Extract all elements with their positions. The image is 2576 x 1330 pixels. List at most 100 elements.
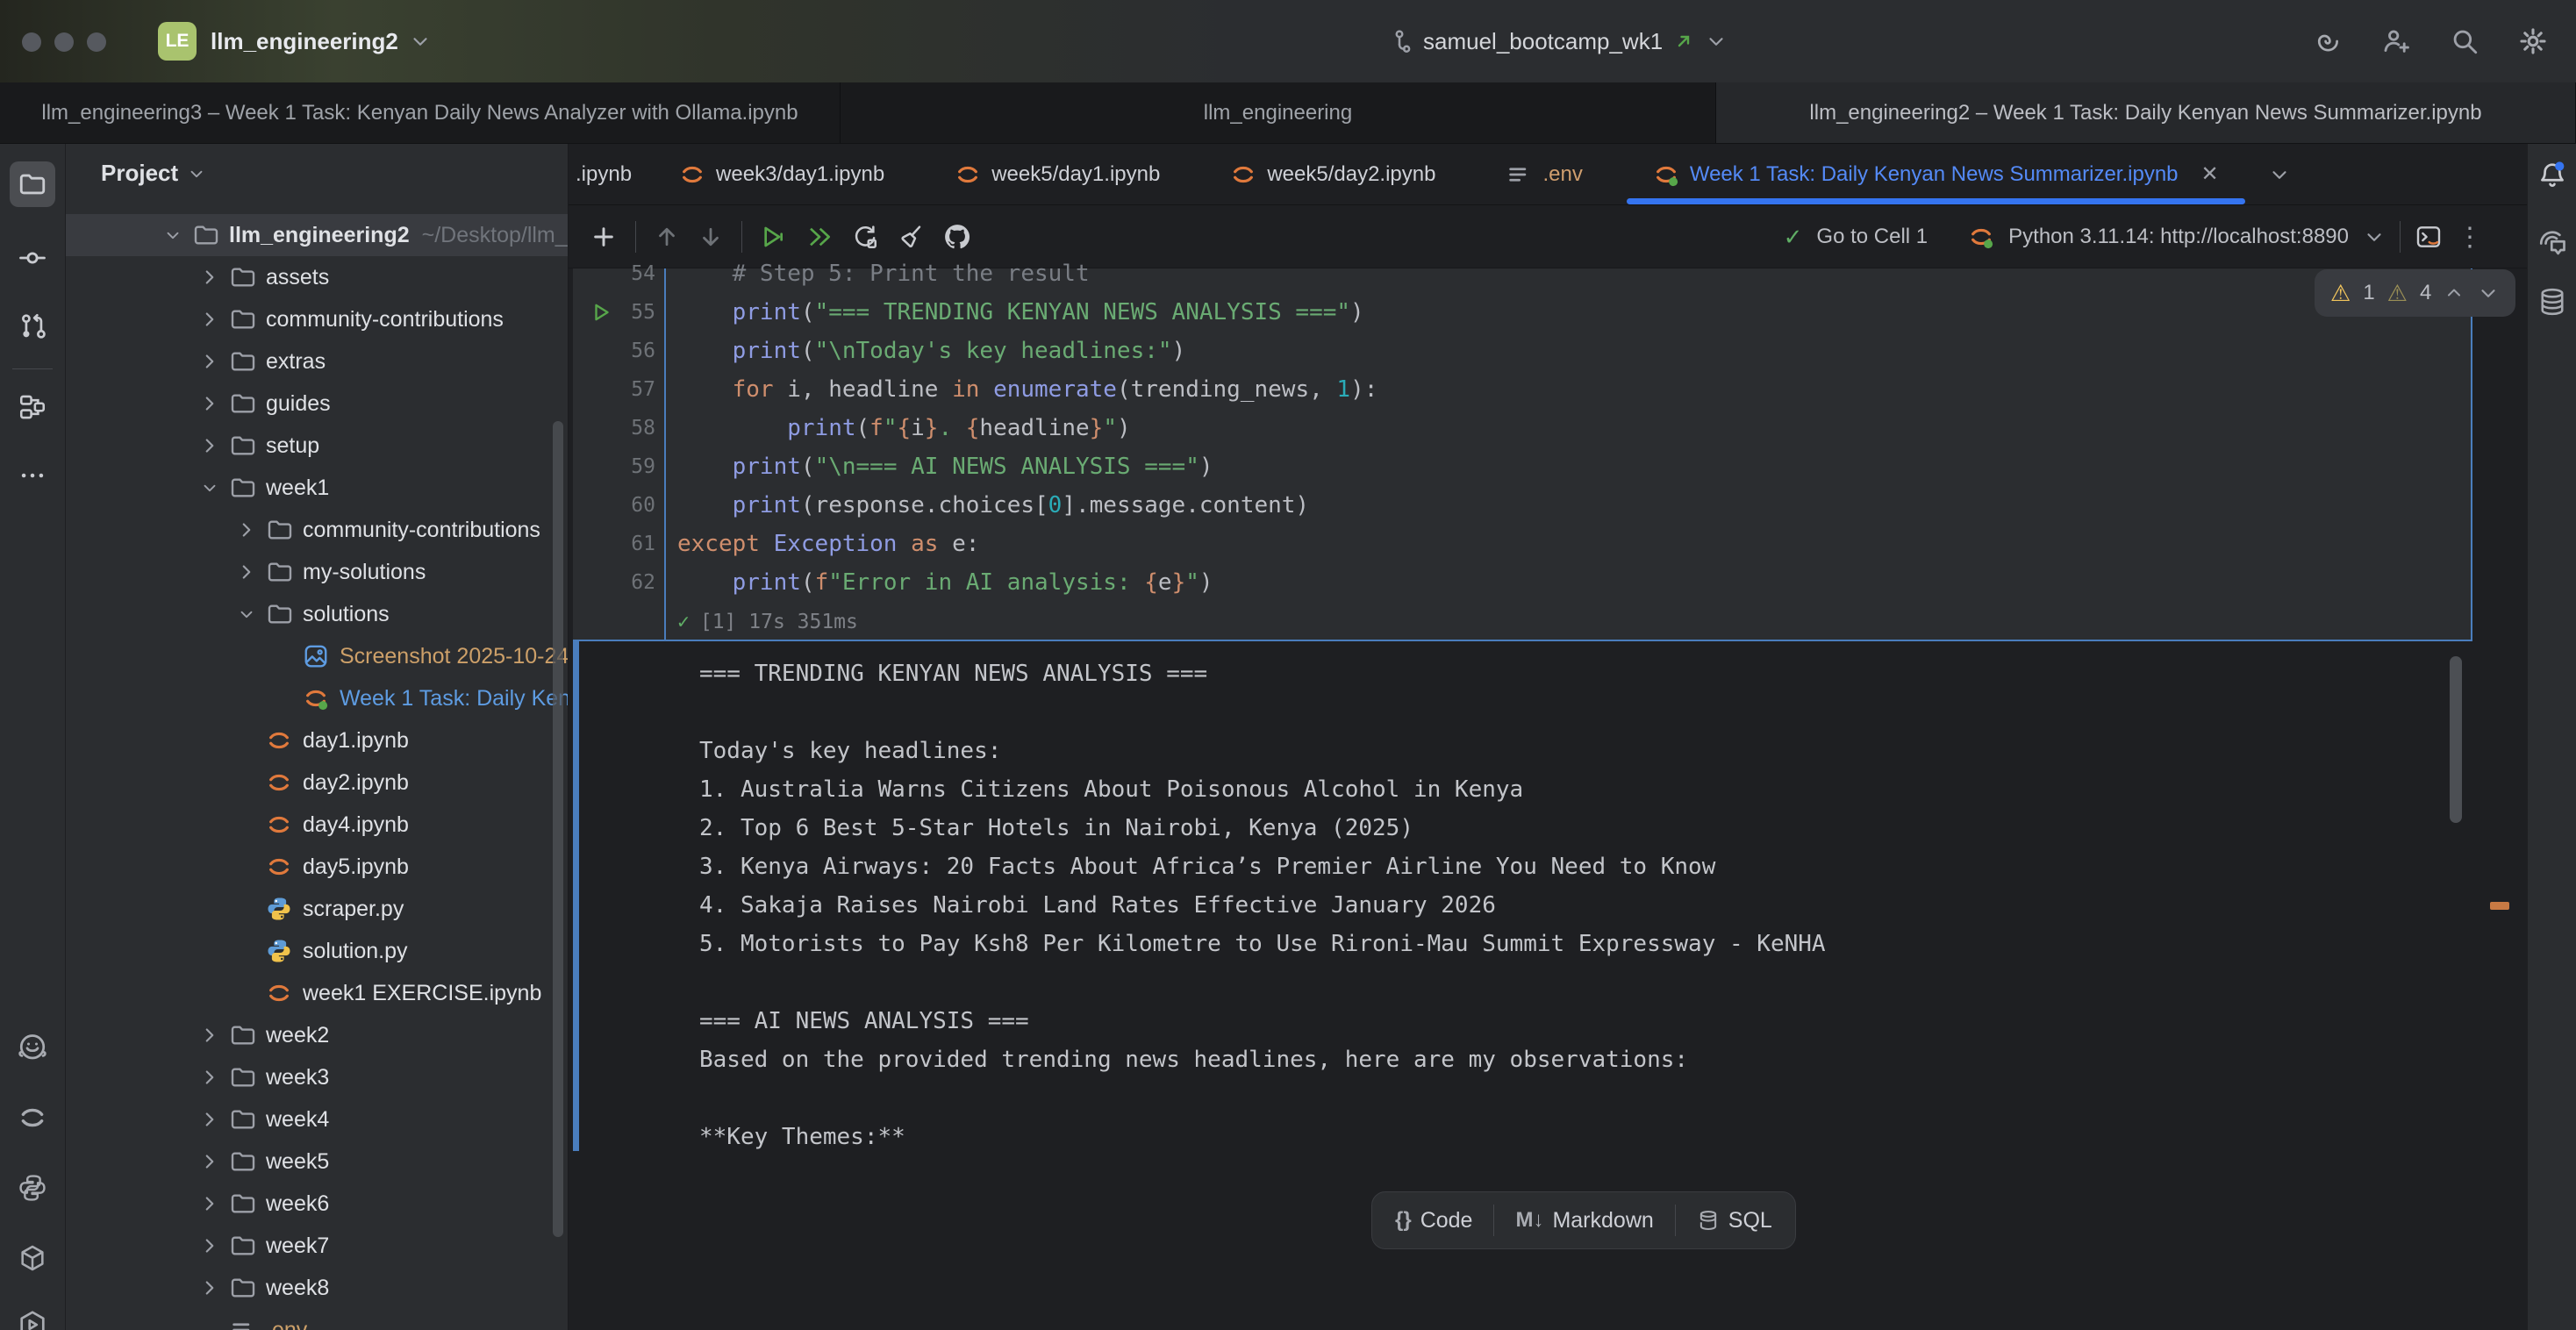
code-line-57[interactable]: for i, headline in enumerate(trending_ne… <box>666 370 2471 409</box>
editor-tab-partial[interactable]: .ipynb <box>569 144 644 204</box>
project-tree-scrollbar[interactable] <box>553 421 563 1237</box>
add-markdown-cell-button[interactable]: M↓ Markdown <box>1515 1208 1653 1233</box>
next-problem-icon[interactable] <box>2477 282 2500 304</box>
code-line-56[interactable]: print("\nToday's key headlines:") <box>666 332 2471 370</box>
macos-minimize-button[interactable] <box>54 32 74 52</box>
jupyter-console-icon[interactable] <box>2415 223 2443 251</box>
add-code-cell-button[interactable]: {} Code <box>1395 1208 1472 1233</box>
project-panel-header[interactable]: Project <box>101 160 206 187</box>
restart-kernel-icon[interactable] <box>851 223 879 251</box>
chevron-down-icon[interactable] <box>154 225 192 245</box>
chevron-down-icon[interactable] <box>190 478 229 497</box>
services-tool-button[interactable] <box>10 1302 55 1330</box>
search-icon[interactable] <box>2450 26 2479 56</box>
database-tool-icon[interactable] <box>2537 286 2568 318</box>
tree-item-guides[interactable]: guides <box>66 383 569 425</box>
code-line-58[interactable]: print(f"{i}. {headline}") <box>666 409 2471 447</box>
window-tab-llm-engineering[interactable]: llm_engineering <box>841 82 1716 143</box>
tree-item-setup[interactable]: setup <box>66 425 569 467</box>
add-sql-cell-button[interactable]: SQL <box>1697 1208 1772 1233</box>
tree-item-week8[interactable]: week8 <box>66 1267 569 1309</box>
tree-item-day2-ipynb[interactable]: day2.ipynb <box>66 762 569 804</box>
tree-item-week7[interactable]: week7 <box>66 1225 569 1267</box>
settings-gear-icon[interactable] <box>2518 26 2548 56</box>
ai-swirl-icon[interactable] <box>2313 26 2343 56</box>
chevron-right-icon[interactable] <box>227 518 266 541</box>
python-tool-button[interactable] <box>10 1165 55 1211</box>
chevron-right-icon[interactable] <box>190 1234 229 1257</box>
structure-tool-button[interactable] <box>10 384 55 430</box>
chevron-right-icon[interactable] <box>190 1192 229 1215</box>
chevron-down-icon[interactable] <box>227 604 266 624</box>
notifications-bell-icon[interactable] <box>2537 160 2568 191</box>
tree-item-week2[interactable]: week2 <box>66 1014 569 1056</box>
goto-cell-button[interactable]: Go to Cell 1 <box>1816 225 1928 249</box>
editor-tab-week5-day1[interactable]: week5/day1.ipynb <box>919 144 1195 204</box>
code-editor-area[interactable]: # Step 5: Print the result print("=== TR… <box>666 254 2471 642</box>
chevron-right-icon[interactable] <box>190 1024 229 1047</box>
code-line-59[interactable]: print("\n=== AI NEWS ANALYSIS ===") <box>666 447 2471 486</box>
chevron-right-icon[interactable] <box>190 1108 229 1131</box>
pull-requests-tool-button[interactable] <box>10 304 55 349</box>
run-line-icon[interactable] <box>590 301 613 324</box>
huggingface-tool-button[interactable] <box>10 1025 55 1070</box>
window-tab-llm-engineering2[interactable]: llm_engineering2 – Week 1 Task: Daily Ke… <box>1716 82 2576 143</box>
tree-item-scraper-py[interactable]: scraper.py <box>66 888 569 930</box>
close-tab-icon[interactable]: ✕ <box>2201 161 2219 187</box>
chevron-right-icon[interactable] <box>227 561 266 583</box>
tree-item-day5-ipynb[interactable]: day5.ipynb <box>66 846 569 888</box>
code-line-60[interactable]: print(response.choices[0].message.conten… <box>666 486 2471 525</box>
github-icon[interactable] <box>942 222 972 252</box>
ai-assistant-icon[interactable] <box>2537 226 2568 258</box>
tree-item-community-contributions[interactable]: community-contributions <box>66 298 569 340</box>
add-user-icon[interactable] <box>2381 26 2411 56</box>
tree-item-week1[interactable]: week1 <box>66 467 569 509</box>
tree-item-assets[interactable]: assets <box>66 256 569 298</box>
chevron-right-icon[interactable] <box>190 392 229 415</box>
tab-overflow-dropdown[interactable] <box>2254 144 2305 204</box>
code-line-55[interactable]: print("=== TRENDING KENYAN NEWS ANALYSIS… <box>666 293 2471 332</box>
run-all-cells-icon[interactable] <box>805 223 834 251</box>
tree-item-solution-py[interactable]: solution.py <box>66 930 569 972</box>
prev-problem-icon[interactable] <box>2444 282 2465 304</box>
chevron-right-icon[interactable] <box>190 1066 229 1089</box>
tree-item-screenshot-2025-10-24-at[interactable]: Screenshot 2025-10-24 at <box>66 635 569 677</box>
chevron-right-icon[interactable] <box>190 434 229 457</box>
editor-tab-week3-day1[interactable]: week3/day1.ipynb <box>644 144 919 204</box>
tree-item-community-contributions[interactable]: community-contributions <box>66 509 569 551</box>
editor-scrollbar[interactable] <box>2450 656 2462 823</box>
tree-item-week5[interactable]: week5 <box>66 1141 569 1183</box>
tree-item-week4[interactable]: week4 <box>66 1098 569 1141</box>
add-cell-icon[interactable] <box>590 223 618 251</box>
project-tool-button[interactable] <box>10 161 55 207</box>
inspections-widget[interactable]: ⚠ 1 ⚠ 4 <box>2315 269 2515 317</box>
chevron-right-icon[interactable] <box>190 266 229 289</box>
tree-item-extras[interactable]: extras <box>66 340 569 383</box>
code-line-54[interactable]: # Step 5: Print the result <box>666 254 2471 293</box>
tree-item-my-solutions[interactable]: my-solutions <box>66 551 569 593</box>
chevron-right-icon[interactable] <box>190 308 229 331</box>
editor-tab-week5-day2[interactable]: week5/day2.ipynb <box>1195 144 1470 204</box>
commit-tool-button[interactable] <box>10 235 55 281</box>
chevron-right-icon[interactable] <box>190 1150 229 1173</box>
tree-item-week3[interactable]: week3 <box>66 1056 569 1098</box>
tree-item-day4-ipynb[interactable]: day4.ipynb <box>66 804 569 846</box>
clear-outputs-icon[interactable] <box>897 223 925 251</box>
project-widget[interactable]: llm_engineering2 <box>211 0 432 82</box>
tree-item-llm-engineering2[interactable]: llm_engineering2~/Desktop/llm_en <box>66 214 569 256</box>
more-tools-button[interactable] <box>10 453 55 498</box>
tree-item-week-1-task-daily-kenyan[interactable]: Week 1 Task: Daily Kenyan <box>66 677 569 719</box>
code-line-61[interactable]: except Exception as e: <box>666 525 2471 563</box>
window-tab-llm-engineering3[interactable]: llm_engineering3 – Week 1 Task: Kenyan D… <box>0 82 841 143</box>
move-cell-up-icon[interactable] <box>654 224 680 250</box>
python-packages-tool-button[interactable] <box>10 1235 55 1281</box>
move-cell-down-icon[interactable] <box>698 224 724 250</box>
code-line-62[interactable]: print(f"Error in AI analysis: {e}") <box>666 563 2471 602</box>
tree-item-day1-ipynb[interactable]: day1.ipynb <box>66 719 569 762</box>
chevron-down-icon[interactable] <box>2363 225 2386 248</box>
kernel-selector[interactable]: Python 3.11.14: http://localhost:8890 <box>2008 225 2349 249</box>
tree-item--env[interactable]: .env <box>66 1309 569 1330</box>
chevron-right-icon[interactable] <box>190 350 229 373</box>
chevron-right-icon[interactable] <box>190 1276 229 1299</box>
editor-tab-active-summarizer[interactable]: Week 1 Task: Daily Kenyan News Summarize… <box>1618 144 2254 204</box>
